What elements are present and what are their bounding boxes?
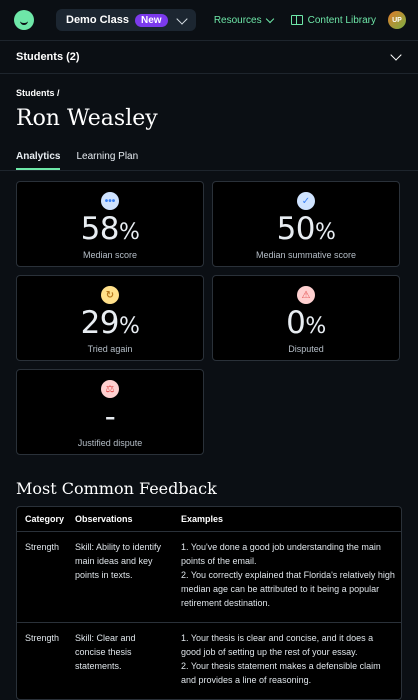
category-cell: Strength [25,542,60,552]
content-library-link[interactable]: Content Library [290,14,376,26]
retry-icon: ↻ [101,286,119,304]
observation-cell: Skill: Ability to identify main ideas an… [75,542,162,580]
page-header: Students / Ron Weasley Analytics Learnin… [0,74,418,171]
user-avatar[interactable]: UP [388,11,406,29]
class-name: Demo Class [66,14,129,26]
content-library-label: Content Library [307,14,376,26]
app-logo[interactable] [14,10,34,30]
new-badge: New [134,13,168,27]
stat-caption: Median score [82,250,138,260]
breadcrumb[interactable]: Students / [16,88,402,98]
tab-learning-plan[interactable]: Learning Plan [76,143,138,170]
stats-grid: ••• 58% Median score ✓ 50% Median summat… [0,171,418,455]
column-header: Category [25,514,65,524]
column-header: Examples [181,514,224,524]
students-selector[interactable]: Students (2) [0,41,418,74]
table-row: Strength Skill: Ability to identify main… [17,532,401,623]
stat-value: 29% [80,305,140,341]
check-circle-icon: ✓ [297,192,315,210]
chevron-down-icon [265,14,274,23]
example-item: 1. Your thesis is clear and concise, and… [181,633,374,657]
stat-value: 50% [276,211,336,247]
examples-cell: 1. You've done a good job understanding … [173,532,401,622]
stat-value: 0% [286,305,326,341]
stat-value: - [104,399,116,435]
stat-caption: Median summative score [255,250,357,260]
resources-menu[interactable]: Resources [213,14,274,26]
students-count-label: Students (2) [16,51,80,63]
stat-caption: Disputed [288,344,324,354]
table-header-row: Category Observations Examples [17,507,401,532]
stat-card-justified-dispute: ⚖ - Justified dispute [16,369,204,455]
top-bar: Demo Class New Resources Content Library… [0,0,418,41]
observation-cell: Skill: Clear and concise thesis statemen… [75,633,136,671]
column-header: Observations [75,514,133,524]
feedback-table: Category Observations Examples Strength … [16,506,402,700]
scales-icon: ⚖ [101,380,119,398]
examples-cell: 1. Your thesis is clear and concise, and… [173,623,401,699]
warning-icon: ⚠ [297,286,315,304]
example-item: 2. Your thesis statement makes a defensi… [181,661,381,685]
resources-label: Resources [213,14,262,26]
example-item: 2. You correctly explained that Florida'… [181,570,395,608]
dots-icon: ••• [101,192,119,210]
class-switcher[interactable]: Demo Class New [56,9,196,31]
category-cell: Strength [25,633,60,643]
book-icon [290,15,303,25]
stat-caption: Justified dispute [77,438,143,448]
stat-card-tried-again: ↻ 29% Tried again [16,275,204,361]
tab-bar: Analytics Learning Plan [0,143,418,171]
example-item: 1. You've done a good job understanding … [181,542,381,566]
stat-value: 58% [80,211,140,247]
chevron-down-icon [175,12,188,25]
page-title: Ron Weasley [16,106,158,131]
stat-card-median-summative-score: ✓ 50% Median summative score [212,181,400,267]
stat-card-median-score: ••• 58% Median score [16,181,204,267]
table-row: Strength Skill: Clear and concise thesis… [17,623,401,699]
stat-caption: Tried again [87,344,133,354]
tab-analytics[interactable]: Analytics [16,143,61,170]
feedback-title: Most Common Feedback [16,479,217,498]
chevron-down-icon [390,49,402,61]
stat-card-disputed: ⚠ 0% Disputed [212,275,400,361]
